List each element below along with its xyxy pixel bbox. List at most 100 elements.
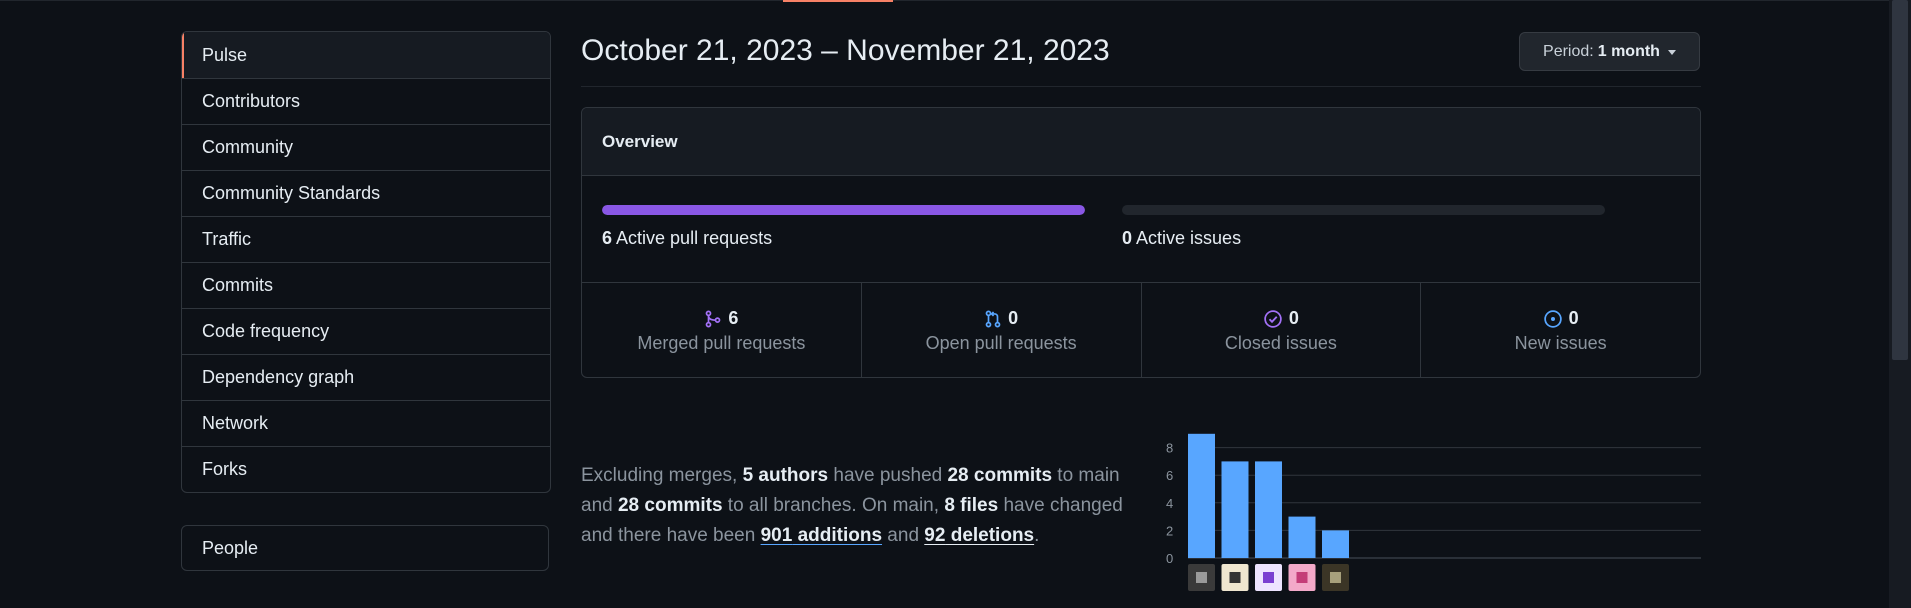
summary-text: Excluding merges,	[581, 465, 743, 486]
stat-new-issues[interactable]: 0 New issues	[1420, 283, 1700, 377]
sidebar-item-pulse[interactable]: Pulse	[182, 32, 550, 78]
stat-closed-issues[interactable]: 0 Closed issues	[1140, 283, 1421, 377]
active-issues-count: 0	[1122, 228, 1133, 248]
chart-svg: 0 2 4 6 8	[1166, 433, 1701, 591]
sidebar-item-label: People	[202, 537, 259, 558]
sidebar-item-label: Dependency graph	[202, 367, 355, 387]
stat-label: Closed issues	[1224, 333, 1337, 353]
active-tab-indicator	[783, 0, 893, 2]
stat-value-row: 0	[984, 308, 1018, 329]
commits-by-author-chart: 0 2 4 6 8	[1150, 425, 1710, 595]
overview-stats: 6 Merged pull requests 0 Open pull reque…	[582, 283, 1700, 377]
sidebar-item-label: Community	[202, 137, 294, 157]
active-pull-requests-count: 6	[602, 228, 613, 248]
sidebar-item-dependency-graph[interactable]: Dependency graph	[182, 354, 550, 400]
overview-summary: 6 Active pull requests 0 Active issues	[582, 176, 1700, 283]
stat-value-row: 0	[1543, 308, 1579, 329]
period-value: 1 month	[1597, 42, 1660, 60]
y-tick-label: 2	[1166, 523, 1173, 538]
new-issue-icon	[1543, 309, 1563, 329]
pull-requests-progress-fill	[602, 205, 1085, 215]
chart-bar[interactable]	[1221, 461, 1249, 558]
y-tick-label: 8	[1166, 441, 1173, 456]
stat-count: 6	[728, 308, 739, 328]
commits-main-count: 28 commits	[947, 465, 1053, 486]
sidebar-item-community[interactable]: Community	[182, 124, 550, 170]
sidebar-item-label: Community Standards	[202, 183, 381, 203]
stat-count: 0	[1008, 308, 1019, 328]
contributor-avatar[interactable]	[1188, 564, 1215, 591]
summary-text: and	[882, 525, 925, 546]
period-label: Period:	[1543, 42, 1594, 60]
deletions-link[interactable]: 92 deletions	[924, 525, 1034, 546]
sidebar-item-label: Contributors	[202, 91, 301, 111]
period-select-button[interactable]: Period: 1 month	[1519, 32, 1700, 71]
chart-bar[interactable]	[1255, 461, 1282, 558]
contributor-avatar[interactable]	[1288, 564, 1316, 591]
stat-label: Merged pull requests	[637, 333, 806, 353]
sidebar-item-traffic[interactable]: Traffic	[182, 216, 550, 262]
summary-text: have pushed	[828, 465, 948, 486]
sidebar-item-label: Code frequency	[202, 321, 330, 341]
deletions-count: 92	[924, 525, 946, 546]
summary-text: to all branches. On main,	[722, 495, 945, 516]
y-tick-label: 6	[1166, 468, 1173, 483]
overview-title: Overview	[602, 131, 678, 151]
stat-open-pull-requests[interactable]: 0 Open pull requests	[860, 283, 1141, 377]
contributor-avatar[interactable]	[1322, 564, 1349, 591]
page-scrollbar[interactable]	[1889, 0, 1911, 608]
sidebar-item-label: Forks	[202, 459, 247, 479]
summary-text: .	[1034, 525, 1040, 546]
active-pull-requests[interactable]: 6 Active pull requests	[602, 228, 772, 249]
y-tick-label: 0	[1166, 551, 1173, 566]
deletions-label: deletions	[945, 525, 1035, 546]
caret-down-icon	[1667, 50, 1676, 55]
sidebar-item-contributors[interactable]: Contributors	[182, 78, 550, 124]
chart-bar[interactable]	[1322, 530, 1349, 558]
chart-bar[interactable]	[1288, 516, 1316, 558]
sidebar-item-label: Network	[202, 413, 269, 433]
sidebar-item-commits[interactable]: Commits	[182, 262, 550, 308]
sidebar-item-community-standards[interactable]: Community Standards	[182, 170, 550, 216]
commit-summary: Excluding merges, 5 authors have pushed …	[581, 461, 1141, 551]
open-pr-icon	[984, 310, 1002, 328]
pull-requests-progress-bar	[602, 205, 1085, 215]
overview-panel: Overview 6 Active pull requests 0 Active…	[581, 107, 1701, 378]
authors-count: 5 authors	[742, 465, 829, 486]
stat-count: 0	[1288, 308, 1299, 328]
additions-label: additions	[792, 525, 883, 546]
overview-header: Overview	[582, 108, 1700, 176]
contributor-avatar[interactable]	[1221, 564, 1249, 591]
stat-value-row: 0	[1263, 308, 1299, 329]
stat-label: New issues	[1514, 333, 1607, 353]
stat-merged-pull-requests[interactable]: 6 Merged pull requests	[582, 283, 861, 377]
files-changed-count: 8 files	[944, 495, 999, 516]
sidebar-item-network[interactable]: Network	[182, 400, 550, 446]
active-issues-label: Active issues	[1136, 228, 1242, 248]
scrollbar-thumb[interactable]	[1892, 0, 1908, 360]
sidebar-item-label: Commits	[202, 275, 273, 295]
header-divider	[581, 86, 1701, 87]
top-border	[0, 0, 1911, 1]
issues-progress-bar	[1122, 205, 1605, 215]
additions-link[interactable]: 901 additions	[761, 525, 882, 546]
sidebar-item-label: Traffic	[202, 229, 252, 249]
merged-pr-icon	[704, 310, 722, 328]
y-tick-label: 4	[1166, 496, 1173, 511]
active-pull-requests-label: Active pull requests	[616, 228, 773, 248]
active-issues[interactable]: 0 Active issues	[1122, 228, 1241, 249]
sidebar-item-forks[interactable]: Forks	[182, 446, 550, 492]
commits-all-count: 28 commits	[617, 495, 723, 516]
page-title: October 21, 2023 – November 21, 2023	[581, 34, 1110, 67]
contributor-avatar[interactable]	[1255, 564, 1282, 591]
sidebar-item-code-frequency[interactable]: Code frequency	[182, 308, 550, 354]
closed-issue-icon	[1263, 309, 1283, 329]
sidebar-item-label: Pulse	[202, 44, 248, 65]
chart-bar[interactable]	[1188, 433, 1215, 558]
sidebar-item-people[interactable]: People	[181, 525, 549, 571]
additions-count: 901	[760, 525, 793, 546]
insights-sidebar: Pulse Contributors Community Community Stan…	[181, 31, 551, 493]
stat-label: Open pull requests	[925, 333, 1077, 353]
stat-count: 0	[1568, 308, 1579, 328]
stat-value-row: 6	[704, 308, 738, 329]
